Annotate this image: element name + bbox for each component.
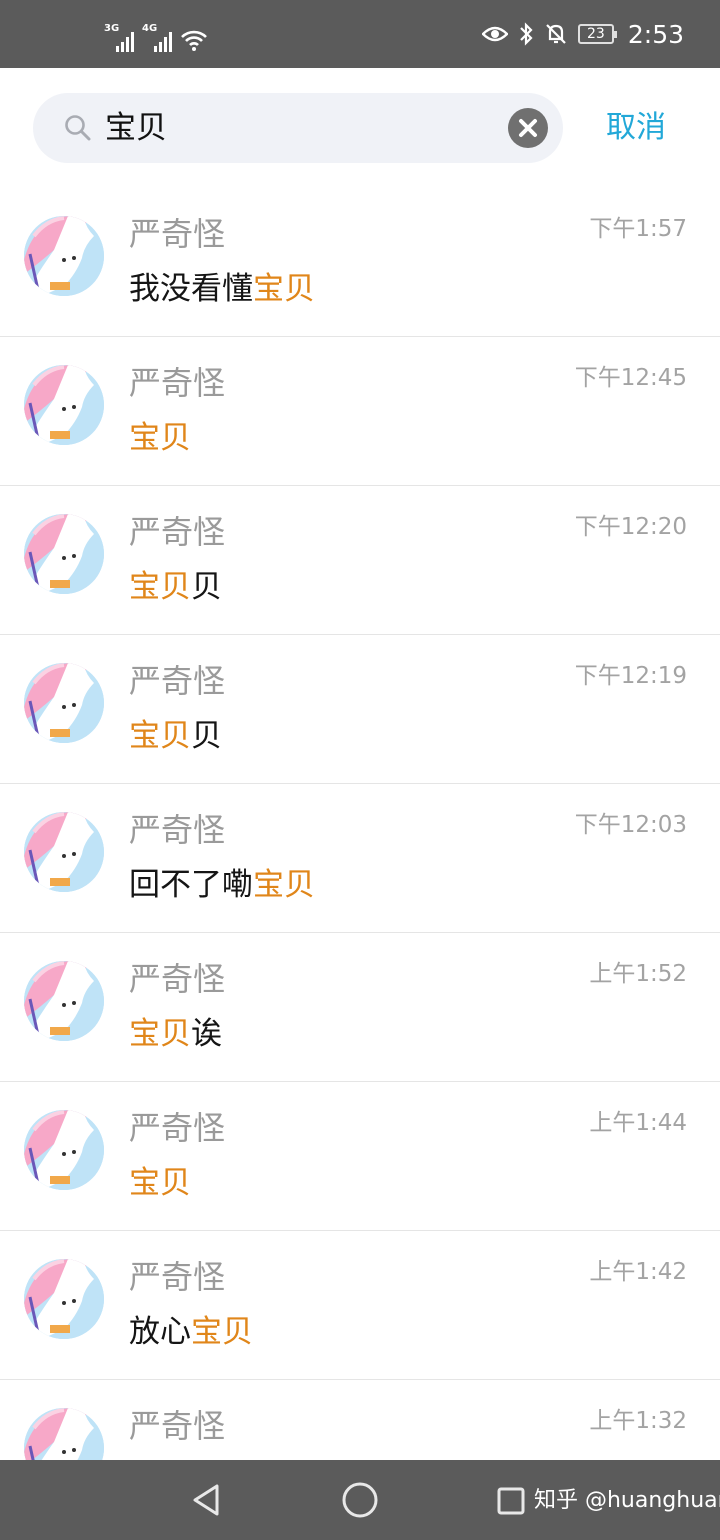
message-text: 贝 [191, 569, 222, 605]
battery-icon: 23 [577, 24, 617, 44]
message-text: 诶 [191, 1016, 222, 1052]
highlighted-keyword: 宝贝 [253, 867, 315, 903]
search-results-list: 严奇怪 下午1:57 我没看懂宝贝 严奇怪 下午12:45 宝贝 严奇怪 下午1… [0, 188, 720, 1529]
highlighted-keyword: 宝贝 [253, 271, 315, 307]
highlighted-keyword: 宝贝 [129, 420, 191, 456]
message-time: 下午12:19 [574, 663, 687, 689]
avatar [24, 514, 104, 594]
signal-icon: 4G [142, 24, 172, 52]
mute-icon [546, 24, 566, 44]
cancel-button[interactable]: 取消 [606, 108, 666, 148]
message-time: 下午12:20 [574, 514, 687, 540]
avatar [24, 1110, 104, 1190]
list-item[interactable]: 严奇怪 上午1:44 宝贝 [0, 1082, 720, 1231]
list-item[interactable]: 严奇怪 下午12:20 宝贝贝 [0, 486, 720, 635]
highlighted-keyword: 宝贝 [191, 1314, 253, 1350]
message-text: 我没看懂 [129, 271, 253, 307]
search-query[interactable]: 宝贝 [105, 107, 167, 149]
message-text: 放心 [129, 1314, 191, 1350]
message-time: 上午1:52 [589, 961, 687, 987]
avatar [24, 812, 104, 892]
message-preview: 我没看懂宝贝 [129, 268, 315, 310]
list-item[interactable]: 严奇怪 下午1:57 我没看懂宝贝 [0, 188, 720, 337]
contact-name: 严奇怪 [129, 364, 226, 402]
list-item[interactable]: 严奇怪 上午1:52 宝贝诶 [0, 933, 720, 1082]
status-icons: 23 2:53 [481, 16, 684, 52]
message-time: 上午1:42 [589, 1259, 687, 1285]
signal-group: 3G 4G [104, 22, 208, 52]
battery-level: 23 [586, 26, 605, 42]
avatar [24, 365, 104, 445]
network-type-label: 4G [142, 23, 158, 34]
highlighted-keyword: 宝贝 [129, 1165, 191, 1201]
eye-icon [481, 26, 508, 42]
contact-name: 严奇怪 [129, 960, 226, 998]
list-item[interactable]: 严奇怪 下午12:45 宝贝 [0, 337, 720, 486]
message-preview: 宝贝贝 [129, 715, 222, 757]
network-type-label: 3G [104, 23, 120, 34]
watermark: 知乎 @huanghuang [496, 1486, 720, 1516]
avatar [24, 961, 104, 1041]
message-time: 下午1:57 [589, 216, 687, 242]
list-item[interactable]: 严奇怪 下午12:19 宝贝贝 [0, 635, 720, 784]
avatar [24, 663, 104, 743]
contact-name: 严奇怪 [129, 811, 226, 849]
search-input[interactable]: 宝贝 [33, 93, 563, 163]
square-icon[interactable] [496, 1486, 526, 1516]
search-icon [65, 115, 91, 141]
signal-icon: 3G [104, 24, 134, 52]
back-icon[interactable] [188, 1480, 228, 1520]
list-item[interactable]: 严奇怪 下午12:03 回不了嘞宝贝 [0, 784, 720, 933]
message-text: 贝 [191, 718, 222, 754]
message-preview: 宝贝诶 [129, 1013, 222, 1055]
message-preview: 宝贝 [129, 417, 191, 459]
message-preview: 宝贝 [129, 1162, 191, 1204]
clear-search-button[interactable] [508, 108, 548, 148]
message-time: 上午1:32 [589, 1408, 687, 1434]
message-time: 下午12:03 [574, 812, 687, 838]
avatar [24, 1259, 104, 1339]
avatar [24, 216, 104, 296]
contact-name: 严奇怪 [129, 1109, 226, 1147]
contact-name: 严奇怪 [129, 1258, 226, 1296]
message-time: 上午1:44 [589, 1110, 687, 1136]
message-preview: 放心宝贝 [129, 1311, 253, 1353]
highlighted-keyword: 宝贝 [129, 569, 191, 605]
bluetooth-icon [520, 22, 533, 46]
home-icon[interactable] [340, 1480, 380, 1520]
contact-name: 严奇怪 [129, 215, 226, 253]
close-icon [519, 119, 537, 137]
contact-name: 严奇怪 [129, 513, 226, 551]
message-time: 下午12:45 [574, 365, 687, 391]
status-bar: 3G 4G 23 2:53 [0, 0, 720, 68]
watermark-text: 知乎 @huanghuang [534, 1488, 720, 1513]
message-preview: 宝贝贝 [129, 566, 222, 608]
highlighted-keyword: 宝贝 [129, 1016, 191, 1052]
highlighted-keyword: 宝贝 [129, 718, 191, 754]
wifi-icon [181, 30, 207, 51]
contact-name: 严奇怪 [129, 1407, 226, 1445]
message-preview: 回不了嘞宝贝 [129, 864, 315, 906]
message-text: 回不了嘞 [129, 867, 253, 903]
clock: 2:53 [627, 19, 684, 49]
contact-name: 严奇怪 [129, 662, 226, 700]
list-item[interactable]: 严奇怪 上午1:42 放心宝贝 [0, 1231, 720, 1380]
